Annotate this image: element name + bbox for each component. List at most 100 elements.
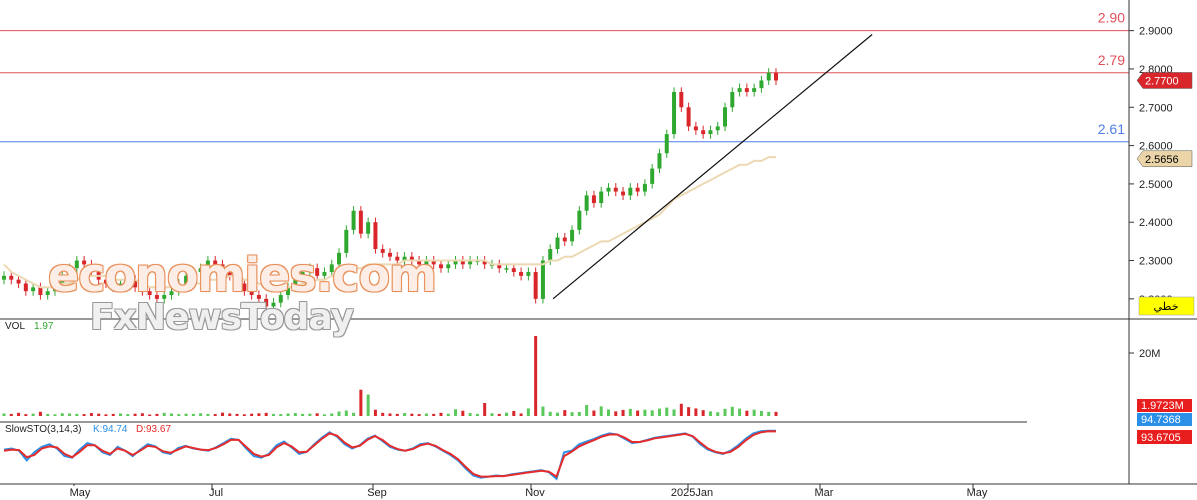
time-label: May <box>967 487 988 499</box>
candle-body <box>162 295 167 299</box>
volume-bar <box>417 414 421 416</box>
chart-grid <box>0 318 1197 485</box>
volume-bar <box>104 414 108 416</box>
candle-body <box>642 183 647 192</box>
volume-bar <box>395 413 399 416</box>
volume-bar <box>716 412 720 416</box>
candle-body <box>395 256 400 261</box>
candle-body <box>264 298 269 307</box>
volume-bar <box>461 410 465 416</box>
candle-body <box>693 126 698 131</box>
candle-body <box>358 210 363 234</box>
price-tick-label: 2.5000 <box>1139 179 1173 191</box>
volume-bar <box>439 412 443 416</box>
volume-bar <box>526 408 530 416</box>
volume-bar <box>628 408 632 416</box>
candle-body <box>82 260 87 265</box>
candle-body <box>737 88 742 92</box>
volume-bar <box>556 412 560 416</box>
candle-body <box>759 80 764 89</box>
candle-body <box>31 287 36 292</box>
volume-bar <box>534 336 538 416</box>
candle-body <box>103 279 108 284</box>
candle-body <box>249 291 254 296</box>
candle-body <box>380 249 385 253</box>
trendline[interactable] <box>552 34 873 300</box>
moving-average-line <box>3 156 776 289</box>
volume-bar <box>432 413 436 416</box>
volume-bar <box>199 413 203 416</box>
stochastic-k-value: K:94.74 <box>93 424 128 435</box>
volume-bar <box>446 413 450 416</box>
candle-body <box>599 191 604 204</box>
volume-bar <box>75 413 79 416</box>
time-label: Sep <box>367 487 387 499</box>
candle-body <box>650 168 655 184</box>
volume-bar <box>242 414 246 416</box>
volume-bar <box>257 413 261 416</box>
candle-body <box>511 268 516 273</box>
volume-bar <box>759 410 763 416</box>
volume-last: 1.9723M <box>1141 400 1184 412</box>
volume-bar <box>38 411 42 416</box>
candle-body <box>446 264 451 269</box>
volume-bar <box>89 413 93 416</box>
candle-body <box>242 283 247 292</box>
volume-tick-label: 20M <box>1139 348 1160 360</box>
candle-body <box>140 287 145 292</box>
candle-body <box>89 264 94 273</box>
candle-body <box>635 187 640 192</box>
candle-body <box>67 268 72 276</box>
candle-body <box>526 272 531 276</box>
volume-bar <box>614 411 618 416</box>
volume-bar <box>475 413 479 416</box>
candle-body <box>438 264 443 269</box>
candle-body <box>213 260 218 265</box>
volume-bar <box>220 412 224 416</box>
candle-body <box>366 222 371 234</box>
volume-bar <box>563 410 567 416</box>
volume-bar <box>177 414 181 416</box>
candle-body <box>16 279 21 284</box>
volume-bar <box>497 413 501 416</box>
candle-body <box>23 283 28 292</box>
price-tick-label: 2.9000 <box>1139 26 1173 38</box>
volume-bar <box>767 411 771 416</box>
volume-bar <box>344 410 348 416</box>
volume-bar <box>490 413 494 416</box>
chart-canvas[interactable]: MayJulSepNov2025JanMarMayMay2.90002.8000… <box>0 0 1197 500</box>
volume-bar <box>665 407 669 416</box>
candle-body <box>548 249 553 261</box>
volume-bar <box>701 410 705 416</box>
volume-bar <box>191 413 195 416</box>
volume-bar <box>366 394 370 416</box>
volume-bar <box>352 412 356 416</box>
candle-body <box>766 72 771 81</box>
volume-bar <box>126 414 130 416</box>
candle-body <box>315 268 320 276</box>
volume-bar <box>541 406 545 416</box>
time-label: Mar <box>815 487 834 499</box>
candle-body <box>60 275 65 284</box>
chart-type-button-label[interactable]: خطي <box>1154 301 1179 313</box>
candle-body <box>286 287 291 296</box>
volume-bar <box>2 413 6 416</box>
ma-value-tag: 2.5656 <box>1145 154 1179 166</box>
price-tick-label: 2.3000 <box>1139 256 1173 268</box>
candle-body <box>154 295 159 299</box>
level-label: 2.61 <box>1098 121 1125 137</box>
candle-body <box>256 295 261 299</box>
candle-body <box>686 107 691 127</box>
volume-bar <box>672 409 676 416</box>
candle-body <box>723 107 728 127</box>
volume-bar <box>577 412 581 416</box>
volume-bar <box>519 413 523 416</box>
volume-bar <box>60 413 64 416</box>
candle-body <box>307 268 312 273</box>
stochastic-d-value: D:93.67 <box>136 424 171 435</box>
volume-bar <box>512 410 516 416</box>
volume-bar <box>24 414 28 416</box>
volume-bar <box>403 413 407 416</box>
candle-body <box>584 195 589 211</box>
candle-body <box>191 272 196 276</box>
